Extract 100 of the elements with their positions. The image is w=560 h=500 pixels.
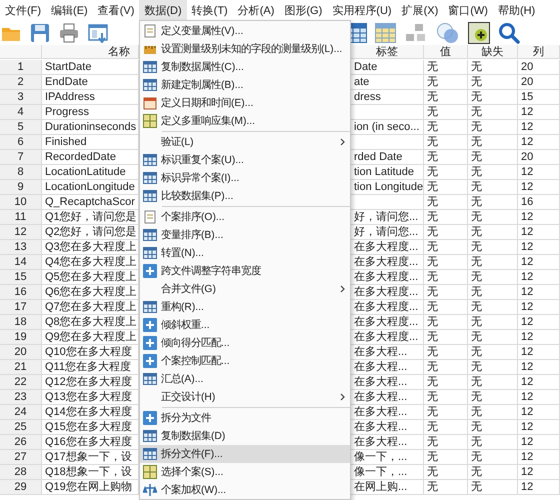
table-cell: 12 [518,450,560,465]
menu-item[interactable]: 标识异常个案(I)... [140,169,350,187]
table-icon[interactable] [375,22,396,42]
menu-item[interactable]: 帮助(H) [492,0,540,20]
menu-item[interactable]: 汇总(A)... [140,370,350,388]
table-cell: 12 [518,465,560,480]
table-cell: 无 [424,315,468,330]
save-icon[interactable] [30,22,50,42]
table-cell: 无 [424,180,468,195]
table-cell: 12 [518,105,560,120]
menu-item[interactable]: 倾向得分匹配... [140,334,350,352]
menu-item[interactable]: 定义多重响应集(M)... [140,112,350,130]
row-number: 19 [0,330,42,345]
menu-item[interactable]: 复制数据属性(C)... [140,58,350,76]
menu-item[interactable]: 复制数据集(D) [140,427,350,445]
row-number: 15 [0,270,42,285]
menu-item[interactable]: 变量排序(B)... [140,226,350,244]
row-number: 7 [0,150,42,165]
search-icon[interactable] [498,22,520,44]
table-icon [143,153,157,167]
column-header: 名称 [42,45,139,59]
table-cell: 无 [468,60,518,75]
blocks-icon[interactable] [404,22,428,42]
table-cell: 12 [518,135,560,150]
menu-item[interactable]: 扩展(X) [396,0,444,20]
menu-item[interactable]: 选择个案(S)... [140,463,350,481]
menu-item[interactable]: 个案加权(W)... [140,481,350,499]
table-cell: 无 [468,435,518,450]
menu-item[interactable]: 定义变量属性(V)... [140,22,350,40]
menu-item[interactable]: 标识重复个案(U)... [140,151,350,169]
table-cell: 无 [468,270,518,285]
table-cell: 无 [424,240,468,255]
menu-item[interactable]: 查看(V) [92,0,140,20]
table-cell: 无 [468,390,518,405]
table-cell: 16 [518,195,560,210]
table-cell: 无 [468,210,518,225]
menu-item[interactable]: 编辑(E) [46,0,93,20]
menu-item[interactable]: 设置测量级别未知的字段的测量级别(L)... [140,40,350,58]
menu-item[interactable]: 定义日期和时间(E)... [140,94,350,112]
menu-item[interactable]: 拆分文件(F)... [140,445,350,463]
table-cell: 20 [518,75,560,90]
table-icon [143,429,157,443]
row-number: 2 [0,75,42,90]
row-number: 5 [0,120,42,135]
row-number: 13 [0,240,42,255]
table-cell: 12 [518,240,560,255]
table-cell: 无 [468,345,518,360]
row-number: 24 [0,405,42,420]
table-cell: 无 [468,450,518,465]
menu-item[interactable]: 正交设计(H) [140,388,350,406]
row-number: 28 [0,465,42,480]
menu-item[interactable]: 文件(F) [0,0,46,20]
row-number: 25 [0,420,42,435]
table-cell: 无 [424,90,468,105]
menu-item[interactable]: 拆分为文件 [140,409,350,427]
table-cell: 无 [468,150,518,165]
table-cell: 无 [468,75,518,90]
circles-icon[interactable] [436,22,460,44]
table-cell: 无 [424,450,468,465]
menu-item[interactable]: 重构(R)... [140,298,350,316]
row-number: 21 [0,360,42,375]
menu-item[interactable]: 倾斜权重... [140,316,350,334]
table-cell: 无 [424,270,468,285]
menu-item[interactable]: 新建定制属性(B)... [140,76,350,94]
plus-icon [143,411,157,425]
menu-item[interactable]: 图形(G) [279,0,328,20]
menu-item[interactable]: 个案控制匹配... [140,352,350,370]
menu-item[interactable]: 实用程序(U) [327,0,397,20]
table-cell: 12 [518,330,560,345]
menu-item[interactable]: 跨文件调整字符串宽度 [140,262,350,280]
table-cell: 无 [424,105,468,120]
row-number: 14 [0,255,42,270]
table-cell: 无 [468,255,518,270]
table-cell: 12 [518,345,560,360]
menu-item[interactable]: 验证(L) [140,133,350,151]
menu-item[interactable]: 转置(N)... [140,244,350,262]
table-icon [143,246,157,260]
row-number: 20 [0,345,42,360]
table-cell: 12 [518,270,560,285]
document-icon [143,24,157,38]
menu-item[interactable]: 数据(D) [139,0,187,20]
plus-icon [143,318,157,332]
table-cell: 无 [424,60,468,75]
table-cell: 无 [468,375,518,390]
table-cell: 无 [468,240,518,255]
add-icon[interactable] [468,22,490,44]
menu-item[interactable]: 合并文件(G) [140,280,350,298]
table-cell: 无 [468,480,518,495]
plus-icon [143,264,157,278]
print-icon[interactable] [59,22,79,42]
row-number: 6 [0,135,42,150]
menu-item[interactable]: 转换(T) [186,0,233,20]
window-icon[interactable] [88,22,110,42]
menu-item[interactable]: 比较数据集(P)... [140,187,350,205]
menu-item[interactable]: 个案排序(O)... [140,208,350,226]
table-cell: 无 [468,120,518,135]
menu-item[interactable]: 分析(A) [232,0,280,20]
menu-item[interactable]: 窗口(W) [443,0,493,20]
table-cell: 12 [518,300,560,315]
table-cell: 无 [468,405,518,420]
